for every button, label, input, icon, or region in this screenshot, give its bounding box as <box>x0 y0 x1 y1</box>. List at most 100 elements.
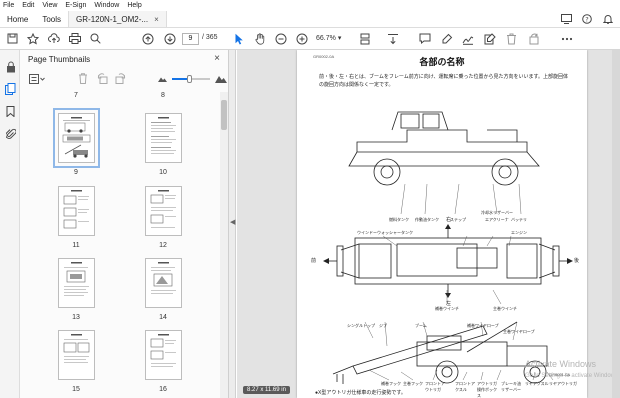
label-boom: ブーム <box>415 323 427 328</box>
panel-title: Page Thumbnails <box>28 55 91 64</box>
panel-splitter[interactable]: ◀ <box>229 50 236 398</box>
zoom-in-icon[interactable] <box>295 32 308 45</box>
next-page-icon[interactable] <box>163 32 176 45</box>
page-number-input[interactable]: 9 <box>182 33 199 45</box>
thumbnail-preview <box>63 190 89 229</box>
panel-close-icon[interactable]: × <box>214 53 220 64</box>
previous-page-icon[interactable] <box>141 32 154 45</box>
notifications-icon[interactable] <box>602 13 614 25</box>
menu-file[interactable]: File <box>3 2 14 9</box>
delete-page-icon[interactable] <box>76 72 89 85</box>
page-title: 各部の名称 <box>419 57 465 67</box>
page-total: / 365 <box>202 34 218 41</box>
rotate-icon[interactable] <box>527 32 540 45</box>
scrollbar-thumb[interactable] <box>221 100 227 130</box>
tab-close-icon[interactable]: × <box>154 15 159 24</box>
document-view[interactable]: GR0002-0A 各部の名称 前・後・左・右とは、ブームをフレーム前方に向け、… <box>237 50 620 398</box>
label-air-cleaner: エアクリーナ <box>485 217 509 222</box>
zoom-out-icon[interactable] <box>274 32 287 45</box>
thumbnail-page-9[interactable] <box>53 108 100 168</box>
hand-tool-icon[interactable] <box>253 32 266 45</box>
label-jib: ジブ <box>379 323 387 328</box>
svg-text:?: ? <box>585 15 588 23</box>
keyboard-scroll-icon[interactable] <box>386 32 399 45</box>
thumbnail-page-16[interactable] <box>145 330 182 380</box>
thumbnail-preview <box>151 262 176 294</box>
watermark-title: Activate Windows <box>525 359 597 369</box>
thumbnail-preview <box>150 190 176 228</box>
page-label-16: 16 <box>159 386 167 393</box>
thumbnail-page-14[interactable] <box>145 258 182 308</box>
menu-help[interactable]: Help <box>127 2 141 9</box>
label-step: ステップ <box>450 217 466 222</box>
thumbnail-size-slider[interactable] <box>172 75 210 83</box>
thumbnail-scrollbar[interactable] <box>220 92 228 398</box>
zoom-level-select[interactable]: 66.7% ▾ <box>316 33 344 45</box>
find-icon[interactable] <box>89 32 102 45</box>
thumbnail-small-icon[interactable] <box>156 72 169 85</box>
thumbnail-large-icon[interactable] <box>214 72 227 85</box>
page-label-7: 7 <box>74 92 78 99</box>
label-main-hook: 主巻フック <box>403 381 423 386</box>
options-menu-icon[interactable] <box>28 72 46 85</box>
label-battery: バッテリ <box>511 217 527 222</box>
page-thumbnails-icon[interactable] <box>4 82 17 95</box>
thumbnail-page-10[interactable] <box>145 113 182 163</box>
page-label-13: 13 <box>72 314 80 321</box>
page-label-12: 12 <box>159 242 167 249</box>
tab-tools[interactable]: Tools <box>35 11 68 27</box>
page-label-15: 15 <box>72 386 80 393</box>
menu-view[interactable]: View <box>42 2 57 9</box>
document-scrollbar[interactable] <box>612 50 620 398</box>
select-cursor-icon[interactable] <box>232 32 245 45</box>
label-single-top: シングルトップ <box>347 323 375 328</box>
activation-watermark: Activate Windows Go to Settings to activ… <box>525 358 620 382</box>
collapse-panel-icon[interactable]: ◀ <box>230 218 235 226</box>
tab-document[interactable]: GR-120N-1_OM2-... × <box>68 11 167 27</box>
menu-window[interactable]: Window <box>94 2 119 9</box>
rotate-clockwise-icon[interactable] <box>114 72 127 85</box>
thumbnail-page-11[interactable] <box>58 186 95 236</box>
fill-sign-icon[interactable] <box>461 32 474 45</box>
bookmarks-icon[interactable] <box>4 105 17 118</box>
label-front: 前 <box>311 258 317 264</box>
label-engine: エンジン <box>511 230 527 235</box>
help-icon[interactable]: ? <box>581 13 593 25</box>
page-thumbnails-panel: Page Thumbnails × 7 8 9 10 11 12 13 14 1… <box>20 50 229 398</box>
menu-edit[interactable]: Edit <box>22 2 34 9</box>
page-footnote: ●X型アウトリガ仕様車の走行姿勢です。 <box>315 390 406 396</box>
menu-esign[interactable]: E-Sign <box>65 2 86 9</box>
page-label-11: 11 <box>72 242 80 249</box>
delete-icon[interactable] <box>505 32 518 45</box>
lock-icon[interactable] <box>4 60 17 73</box>
label-coolant: 冷却水リザーバー <box>481 210 513 215</box>
thumbnail-page-15[interactable] <box>58 330 95 380</box>
comment-icon[interactable] <box>418 32 431 45</box>
print-icon[interactable] <box>68 32 81 45</box>
bookmark-star-icon[interactable] <box>26 32 39 45</box>
share-screen-icon[interactable] <box>560 13 572 25</box>
save-icon[interactable] <box>6 32 19 45</box>
label-right: 右 <box>446 217 452 223</box>
highlight-pen-icon[interactable] <box>440 32 453 45</box>
tab-home[interactable]: Home <box>0 11 35 27</box>
label-sub-winch: 補巻ウインチ <box>435 306 459 311</box>
attachments-icon[interactable] <box>4 127 17 140</box>
thumbnail-page-13[interactable] <box>58 258 95 308</box>
label-front-outrigger: フロントアウトリガ <box>425 381 445 392</box>
upload-cloud-icon[interactable] <box>47 32 60 45</box>
edit-text-icon[interactable] <box>483 32 496 45</box>
more-tools-icon[interactable] <box>560 32 573 45</box>
thumbnail-page-12[interactable] <box>145 186 182 236</box>
crane-diagram <box>323 111 573 384</box>
slider-handle[interactable] <box>187 75 192 83</box>
page-scroll-mode-icon[interactable] <box>358 32 371 45</box>
rotate-counterclockwise-icon[interactable] <box>96 72 109 85</box>
page-intro-text: 前・後・左・右とは、ブームをフレーム前方に向け、運転席に乗った位置から見た方向を… <box>319 74 568 88</box>
label-washer-tank: ウインドーウォッシャータンク <box>357 230 413 235</box>
label-main-winch: 主巻ウインチ <box>493 306 517 311</box>
thumbnail-preview <box>64 262 89 296</box>
tabbar-actions: ? <box>560 11 620 27</box>
zoom-dropdown-icon: ▾ <box>337 35 342 42</box>
page-size-badge: 8.27 x 11.69 in <box>243 386 290 394</box>
